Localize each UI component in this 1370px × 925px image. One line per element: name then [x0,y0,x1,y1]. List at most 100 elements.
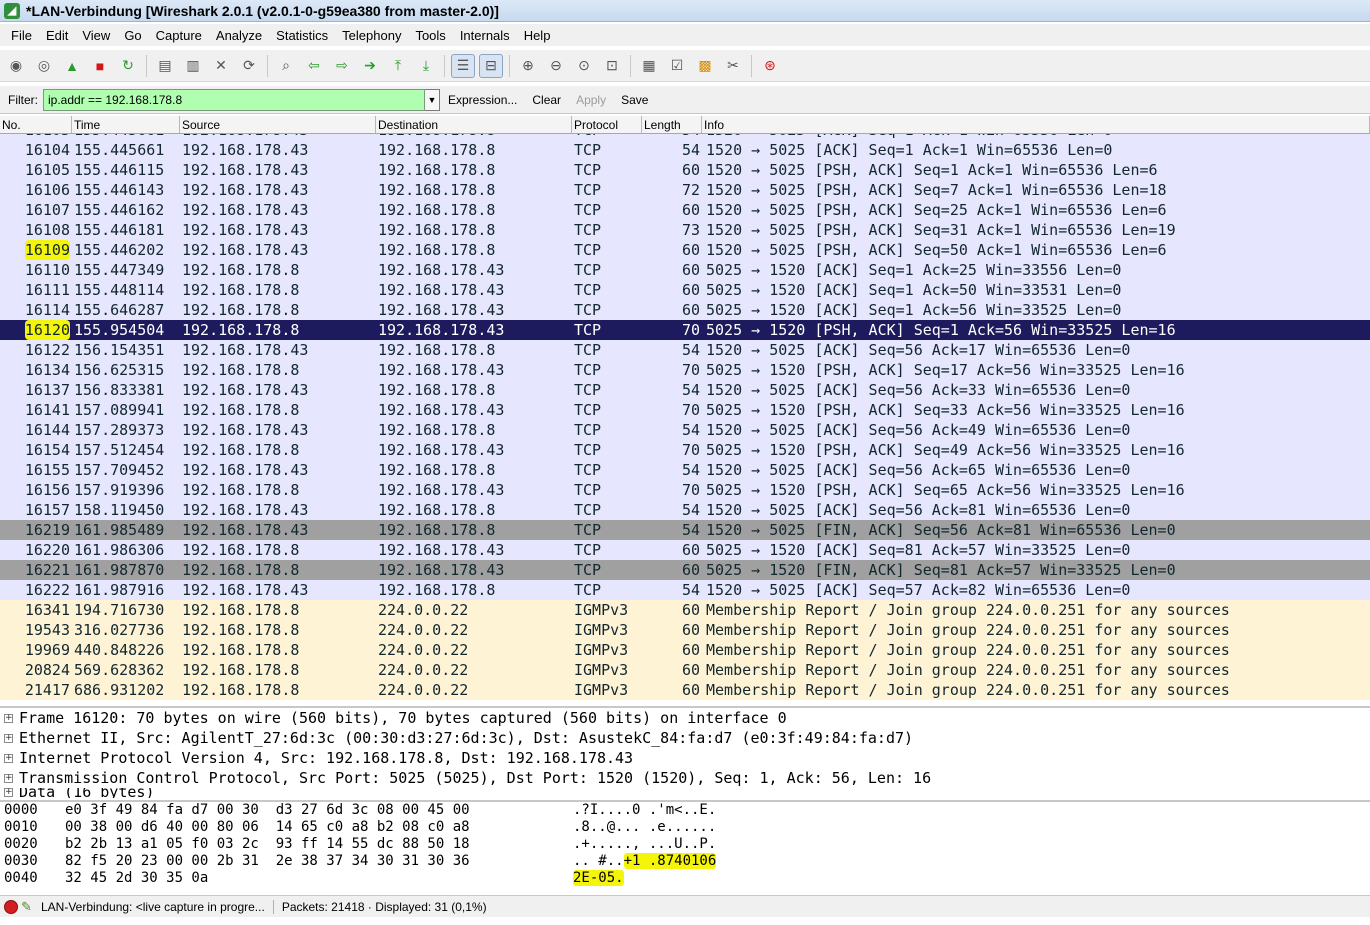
menu-file[interactable]: File [4,28,39,43]
filter-input[interactable]: ip.addr == 192.168.178.8 [43,88,425,111]
expand-icon[interactable]: + [4,773,13,783]
packet-row[interactable]: 16109 155.446202 192.168.178.43 192.168.178… [0,240,1370,260]
menu-help[interactable]: Help [517,28,558,43]
menu-edit[interactable]: Edit [39,28,75,43]
packet-row[interactable]: 16134 156.625315 192.168.178.8 192.168.178.… [0,360,1370,380]
menu-go[interactable]: Go [117,28,148,43]
save-file-icon[interactable]: ▥ [181,54,205,78]
column-header-protocol[interactable]: Protocol [572,116,642,133]
packet-row[interactable]: 16157 158.119450 192.168.178.43 192.168.178… [0,500,1370,520]
expression-button[interactable]: Expression... [448,93,517,107]
colorize-icon[interactable]: ☰ [451,53,475,78]
detail-data[interactable]: + Data (16 bytes) [0,788,1370,798]
hex-dump-row[interactable]: 0020 b2 2b 13 a1 05 f0 03 2c 93 ff 14 55 … [0,836,1370,853]
packet-source-cell: 192.168.178.43 [182,241,309,259]
packet-row[interactable]: 16122 156.154351 192.168.178.43 192.168.178… [0,340,1370,360]
go-forward-icon[interactable]: ⇨ [330,54,354,78]
packet-row[interactable]: 16105 155.446115 192.168.178.43 192.168.178… [0,160,1370,180]
column-header-info[interactable]: Info [702,116,1370,133]
go-back-icon[interactable]: ⇦ [302,54,326,78]
packet-row[interactable]: 16220 161.986306 192.168.178.8 192.168.178.… [0,540,1370,560]
filter-dropdown-icon[interactable]: ▼ [425,88,440,111]
capture-filters-icon[interactable]: ▦ [637,54,661,78]
column-header-length[interactable]: Length [642,116,702,133]
detail-tcp[interactable]: + Transmission Control Protocol, Src Port… [0,768,1370,788]
expand-icon[interactable]: + [4,733,13,743]
expand-icon[interactable]: + [4,788,13,797]
apply-button[interactable]: Apply [576,93,606,107]
close-file-icon[interactable]: ✕ [209,54,233,78]
menu-statistics[interactable]: Statistics [269,28,335,43]
zoom-out-icon[interactable]: ⊖ [544,54,568,78]
column-header-time[interactable]: Time [72,116,180,133]
expand-icon[interactable]: + [4,713,13,723]
capture-comment-icon[interactable]: ✎ [21,899,37,915]
column-header-source[interactable]: Source [180,116,376,133]
packet-row[interactable]: 19969 440.848226 192.168.178.8 224.0.0.22 IG… [0,640,1370,660]
menu-capture[interactable]: Capture [149,28,209,43]
packet-row[interactable]: 21417 686.931202 192.168.178.8 224.0.0.22 IG… [0,680,1370,700]
go-first-icon[interactable]: ⤒ [386,54,410,78]
packet-row[interactable]: 19543 316.027736 192.168.178.8 224.0.0.22 IG… [0,620,1370,640]
zoom-normal-icon[interactable]: ⊙ [572,54,596,78]
open-file-icon[interactable]: ▤ [153,54,177,78]
go-to-packet-icon[interactable]: ➔ [358,54,382,78]
packet-row[interactable]: 16219 161.985489 192.168.178.43 192.168.178… [0,520,1370,540]
detail-ipv4[interactable]: + Internet Protocol Version 4, Src: 192.1… [0,748,1370,768]
save-filter-button[interactable]: Save [621,93,648,107]
packet-length-cell: 70 [681,481,700,499]
column-header-no[interactable]: No. [0,116,72,133]
start-capture-icon[interactable]: ▲ [60,54,84,78]
hex-dump-row[interactable]: 0030 82 f5 20 23 00 00 2b 31 2e 38 37 34 … [0,853,1370,870]
packet-row[interactable]: 16144 157.289373 192.168.178.43 192.168.178… [0,420,1370,440]
options-icon[interactable]: ◎ [32,54,56,78]
interfaces-icon[interactable]: ◉ [4,54,28,78]
coloring-rules-icon[interactable]: ▩ [693,54,717,78]
menu-telephony[interactable]: Telephony [335,28,408,43]
packet-row[interactable]: 16341 194.716730 192.168.178.8 224.0.0.22 IG… [0,600,1370,620]
packet-row[interactable]: 16155 157.709452 192.168.178.43 192.168.178… [0,460,1370,480]
restart-capture-icon[interactable]: ↻ [116,54,140,78]
packet-row[interactable]: 16114 155.646287 192.168.178.8 192.168.178.… [0,300,1370,320]
packet-destination-cell: 192.168.178.8 [378,381,496,399]
resize-columns-icon[interactable]: ⊡ [600,54,624,78]
packet-row[interactable]: 16221 161.987870 192.168.178.8 192.168.178.… [0,560,1370,580]
packet-row[interactable]: 20824 569.628362 192.168.178.8 224.0.0.22 IG… [0,660,1370,680]
help-icon[interactable]: ⊛ [758,54,782,78]
detail-ethernet[interactable]: + Ethernet II, Src: AgilentT_27:6d:3c (00… [0,728,1370,748]
packet-row[interactable]: 16111 155.448114 192.168.178.8 192.168.178.… [0,280,1370,300]
packet-row[interactable]: 16104 155.445661 192.168.178.43 192.168.178… [0,140,1370,160]
reload-icon[interactable]: ⟳ [237,54,261,78]
autoscroll-icon[interactable]: ⊟ [479,53,503,78]
packet-row[interactable]: 16110 155.447349 192.168.178.8 192.168.178.… [0,260,1370,280]
packet-row[interactable]: 16137 156.833381 192.168.178.43 192.168.178… [0,380,1370,400]
packet-row[interactable]: 16108 155.446181 192.168.178.43 192.168.178… [0,220,1370,240]
zoom-in-icon[interactable]: ⊕ [516,54,540,78]
packet-row[interactable]: 16107 155.446162 192.168.178.43 192.168.178… [0,200,1370,220]
expand-icon[interactable]: + [4,753,13,763]
packet-row[interactable]: 16154 157.512454 192.168.178.8 192.168.178.… [0,440,1370,460]
packet-row[interactable]: 16141 157.089941 192.168.178.8 192.168.178.… [0,400,1370,420]
display-filters-icon[interactable]: ☑ [665,54,689,78]
find-packet-icon[interactable]: ⌕ [274,54,298,78]
detail-frame[interactable]: + Frame 16120: 70 bytes on wire (560 bits… [0,708,1370,728]
packet-row[interactable]: 16120 155.954504 192.168.178.8 192.168.178.… [0,320,1370,340]
clear-button[interactable]: Clear [532,93,561,107]
preferences-icon[interactable]: ✂ [721,54,745,78]
menu-internals[interactable]: Internals [453,28,517,43]
packet-row[interactable]: 16222 161.987916 192.168.178.43 192.168.178… [0,580,1370,600]
hex-dump-row[interactable]: 0000 e0 3f 49 84 fa d7 00 30 d3 27 6d 3c … [0,802,1370,819]
packet-time-cell: 157.709452 [74,461,165,479]
packet-row[interactable]: 16106 155.446143 192.168.178.43 192.168.178… [0,180,1370,200]
capture-status-icon[interactable] [4,899,18,914]
packet-no-cell: 16106 [24,181,70,199]
menu-analyze[interactable]: Analyze [209,28,269,43]
menu-view[interactable]: View [75,28,117,43]
menu-tools[interactable]: Tools [408,28,452,43]
hex-dump-row[interactable]: 0040 32 45 2d 30 35 0a 2E-05. [0,870,1370,887]
column-header-destination[interactable]: Destination [376,116,572,133]
stop-capture-icon[interactable]: ■ [88,54,112,78]
hex-dump-row[interactable]: 0010 00 38 00 d6 40 00 80 06 14 65 c0 a8 … [0,819,1370,836]
go-last-icon[interactable]: ⤓ [414,54,438,78]
packet-row[interactable]: 16156 157.919396 192.168.178.8 192.168.178.… [0,480,1370,500]
